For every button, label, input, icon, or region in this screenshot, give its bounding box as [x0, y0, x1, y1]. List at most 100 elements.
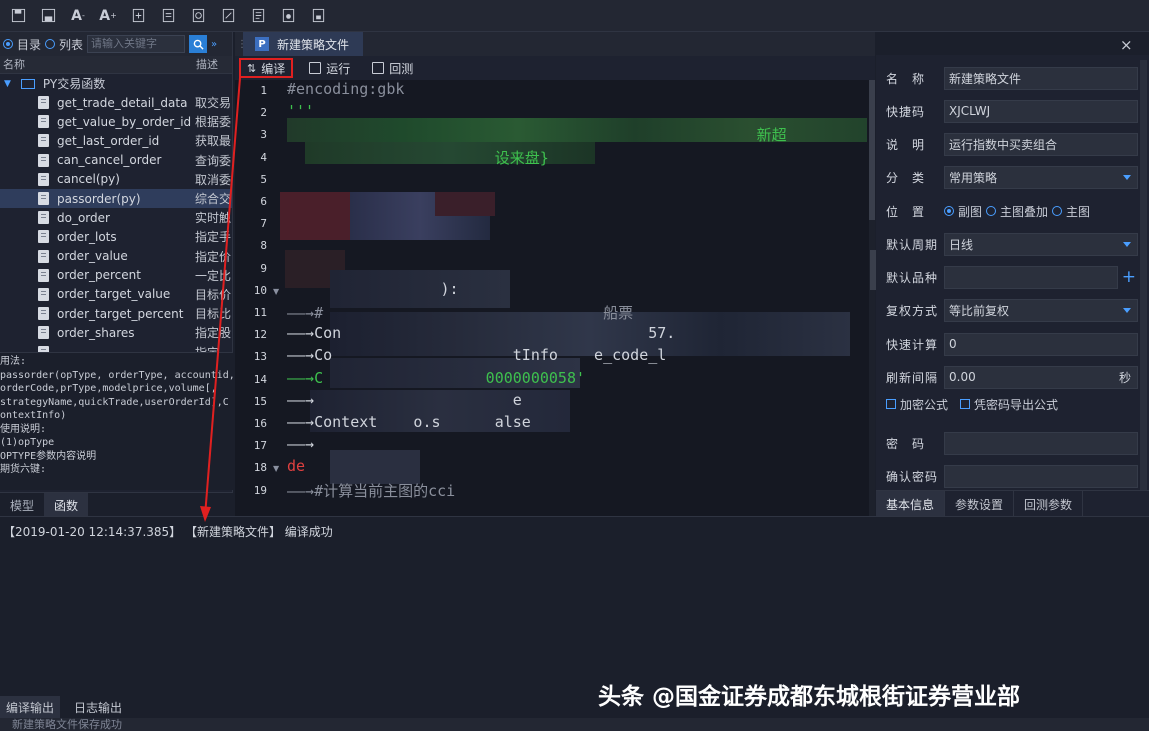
line-number: 19: [253, 483, 267, 497]
backtest-button[interactable]: 回测: [366, 58, 419, 78]
font-increase-icon[interactable]: A +: [96, 4, 120, 28]
confirm-password-input[interactable]: [944, 464, 1138, 488]
tree-root-py-trade[interactable]: ▼ PY交易函数: [0, 74, 232, 93]
drag-handle-icon[interactable]: ⋮: [235, 39, 247, 50]
tab-param-settings[interactable]: 参数设置: [945, 491, 1015, 517]
run-button[interactable]: 运行: [303, 58, 356, 78]
code-line[interactable]: ——→#计算当前主图的cci: [287, 480, 455, 501]
radio-main-chart[interactable]: [1052, 206, 1063, 216]
tree-item-desc: 指定手: [195, 230, 231, 245]
font-decrease-icon[interactable]: A-: [66, 4, 90, 28]
close-icon[interactable]: ×: [1120, 36, 1133, 54]
tab-log-output[interactable]: 日志输出: [68, 696, 128, 718]
code-line[interactable]: ——→C 0000000058': [287, 369, 585, 387]
radio-directory[interactable]: [3, 39, 13, 49]
radio-list[interactable]: [45, 39, 56, 49]
prop-desc-input[interactable]: 运行指数中买卖组合: [944, 132, 1138, 156]
search-input[interactable]: 请输入关键字: [87, 35, 186, 53]
code-line[interactable]: ——→Co tInfo e_code_l: [287, 346, 666, 364]
properties-scrollbar[interactable]: [1140, 60, 1147, 490]
tree-item[interactable]: cancel(py) 取消委: [0, 170, 232, 189]
line-number: 9: [260, 261, 267, 275]
prop-pwd-label: 密 码: [886, 436, 926, 451]
tree-item[interactable]: 指定: [0, 342, 232, 352]
tree-root-label: PY交易函数: [42, 77, 106, 91]
tab-new-strategy-file[interactable]: P 新建策略文件: [243, 32, 363, 56]
doc-settings-icon[interactable]: [276, 4, 300, 28]
prop-period-label: 默认周期: [886, 237, 939, 252]
vertical-scrollbar[interactable]: [869, 80, 875, 516]
import-icon[interactable]: [156, 4, 180, 28]
password-input[interactable]: [944, 431, 1138, 455]
tree-item[interactable]: order_target_percent 目标比: [0, 304, 232, 323]
tree-item[interactable]: get_trade_detail_data 取交易: [0, 93, 232, 112]
prop-desc-label: 说 明: [886, 137, 926, 152]
tree-item[interactable]: order_shares 指定股: [0, 323, 232, 342]
save-icon[interactable]: [6, 4, 30, 28]
search-icon[interactable]: [189, 35, 208, 53]
usage-line: passorder(opType, orderType, accountid,: [0, 369, 233, 381]
export-pwd-checkbox[interactable]: [960, 399, 971, 409]
prop-variety-input[interactable]: [944, 265, 1118, 289]
prop-quick-input[interactable]: XJCLWJ: [944, 99, 1138, 123]
tab-basic-info[interactable]: 基本信息: [876, 491, 946, 517]
code-line[interactable]: ——→ e: [287, 391, 522, 409]
code-line[interactable]: #encoding:gbk: [287, 80, 404, 98]
compile-button[interactable]: ⇅ 编译: [239, 58, 294, 78]
prop-period-select[interactable]: 日线: [944, 232, 1138, 256]
prop-pwd2-label: 确认密码: [886, 469, 939, 484]
code-line[interactable]: ):: [287, 280, 459, 298]
code-line[interactable]: ——→: [287, 435, 314, 453]
function-browser-panel: 目录 列表 请输入关键字 » 名称 描述 ▼ PY交易函数 get_trade_…: [0, 32, 233, 517]
pos-opt1-label: 副图: [958, 204, 983, 219]
doc-import-icon[interactable]: [246, 4, 270, 28]
tree-item[interactable]: order_value 指定价: [0, 247, 232, 266]
refresh-icon[interactable]: [186, 4, 210, 28]
tab-compile-output[interactable]: 编译输出: [0, 696, 61, 718]
prop-name-input[interactable]: 新建策略文件: [944, 66, 1138, 90]
encrypt-checkbox[interactable]: [886, 399, 896, 409]
prop-cat-select[interactable]: 常用策略: [944, 165, 1138, 189]
code-line[interactable]: 设来盘}: [287, 147, 549, 168]
code-area[interactable]: 1 2 3 4 5 6 7 8 9 10 ▼ 11 12 13 14 15 16 17 18 ▼ 19 #encodin…: [235, 80, 875, 516]
compile-icon: ⇅: [247, 61, 257, 75]
prop-adjust-select[interactable]: 等比前复权: [944, 298, 1138, 322]
prop-refresh-input[interactable]: 0.00 秒: [944, 365, 1138, 389]
tree-item[interactable]: do_order 实时触: [0, 208, 232, 227]
code-line[interactable]: ——→# 船票: [287, 302, 633, 323]
tree-item[interactable]: get_last_order_id 获取最: [0, 131, 232, 150]
expand-arrow-icon[interactable]: »: [211, 39, 217, 50]
tree-item[interactable]: order_percent 一定比: [0, 266, 232, 285]
tree-item-name: get_last_order_id: [57, 133, 160, 148]
doc-export-icon[interactable]: [216, 4, 240, 28]
prop-pos-label: 位 置: [886, 204, 926, 219]
prop-fastcalc-input[interactable]: 0: [944, 332, 1138, 356]
save-all-icon[interactable]: [36, 4, 60, 28]
tab-model[interactable]: 模型: [0, 493, 44, 517]
add-variety-icon[interactable]: +: [1122, 267, 1136, 287]
export-icon[interactable]: [126, 4, 150, 28]
code-line[interactable]: ——→Con 57.: [287, 324, 675, 342]
tree-item-name: order_value: [57, 249, 128, 264]
fold-icon[interactable]: ▼: [273, 287, 279, 296]
chevron-down-icon[interactable]: ▼: [4, 79, 11, 89]
tab-backtest-params[interactable]: 回测参数: [1014, 491, 1084, 517]
tab-function[interactable]: 函数: [44, 493, 88, 517]
tree-item[interactable]: order_lots 指定手: [0, 227, 232, 246]
scroll-thumb[interactable]: [869, 80, 875, 220]
code-line[interactable]: 新超: [287, 124, 787, 145]
tree-item[interactable]: order_target_value 目标价: [0, 285, 232, 304]
code-line[interactable]: ''': [287, 102, 314, 120]
code-line[interactable]: ——→Context o.s alse: [287, 413, 531, 431]
fold-icon[interactable]: ▼: [273, 464, 279, 473]
backtest-label: 回测: [389, 61, 414, 76]
line-number: 14: [253, 372, 267, 386]
tree-item[interactable]: can_cancel_order 查询委: [0, 151, 232, 170]
tree-item[interactable]: get_value_by_order_id 根据委: [0, 112, 232, 131]
radio-sub-chart[interactable]: [944, 206, 954, 216]
radio-main-overlay[interactable]: [986, 206, 997, 216]
doc-lock-icon[interactable]: [306, 4, 330, 28]
tree-item[interactable]: passorder(py) 综合交: [0, 188, 232, 209]
prop-name-row: 名 称 新建策略文件: [876, 66, 1138, 90]
code-line[interactable]: de: [287, 457, 305, 475]
